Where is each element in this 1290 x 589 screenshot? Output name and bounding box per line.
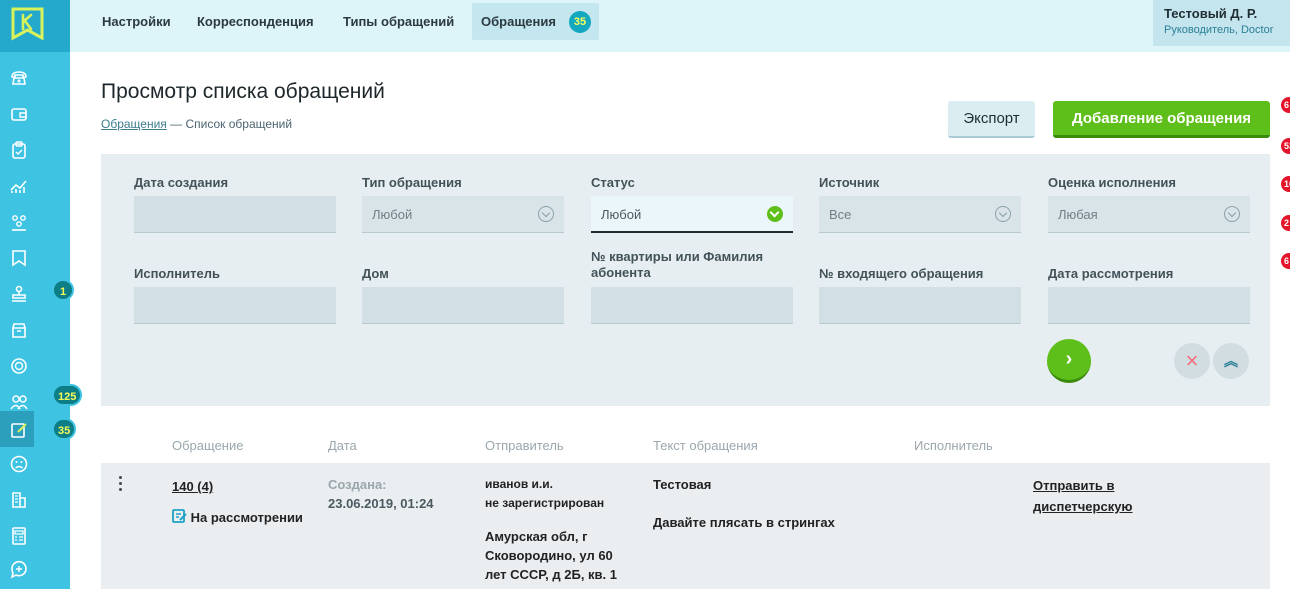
filter-label-incoming-no: № входящего обращения — [819, 266, 984, 281]
type-select[interactable]: Любой — [362, 196, 564, 233]
request-id-link[interactable]: 140 (4) — [172, 477, 213, 496]
chart-icon[interactable] — [8, 175, 30, 197]
created-date-input[interactable] — [134, 196, 336, 233]
logo-icon — [11, 7, 44, 41]
top-navbar: Настройки Корреспонденция Типы обращений… — [70, 0, 1290, 52]
export-button[interactable]: Экспорт — [948, 101, 1035, 138]
check-icon — [767, 206, 783, 222]
request-status: На рассмотрении — [172, 508, 303, 527]
rating-select-value: Любая — [1058, 207, 1098, 222]
col-header-text[interactable]: Текст обращения — [653, 438, 758, 453]
executor-input[interactable] — [134, 287, 336, 324]
coin-icon[interactable] — [8, 355, 30, 377]
counter-badge: 53 — [1281, 138, 1290, 154]
nav-settings[interactable]: Настройки — [102, 0, 171, 40]
filter-label-executor: Исполнитель — [134, 266, 220, 281]
user-role: Руководитель, Doctor — [1164, 24, 1274, 36]
left-sidebar: 1 125 35 — [0, 0, 83, 589]
created-date: 23.06.2019, 01:24 — [328, 496, 434, 511]
sender-note: не зарегистрирован — [485, 496, 605, 510]
incoming-no-input[interactable] — [819, 287, 1021, 324]
filter-label-house: Дом — [362, 266, 389, 281]
counter-badge: 2 — [1281, 215, 1290, 231]
nav-requests[interactable]: Обращения — [481, 0, 556, 40]
table-row: 140 (4) На рассмотрении Создана: 23.06.2… — [101, 463, 1270, 589]
filter-label-source: Источник — [819, 175, 880, 190]
nav-correspondence[interactable]: Корреспонденция — [197, 0, 314, 40]
rating-select[interactable]: Любая — [1048, 196, 1250, 233]
source-select[interactable]: Все — [819, 196, 1021, 233]
edit-status-icon — [172, 509, 187, 523]
col-header-executor[interactable]: Исполнитель — [914, 438, 993, 453]
nav-requests-badge: 35 — [569, 11, 591, 33]
apartment-input[interactable] — [591, 287, 793, 324]
col-header-sender[interactable]: Отправитель — [485, 438, 564, 453]
col-header-date[interactable]: Дата — [328, 438, 357, 453]
more-menu-icon[interactable] — [119, 476, 123, 492]
chevron-down-icon — [538, 206, 554, 222]
collapse-filter-button[interactable]: ︽ — [1213, 343, 1249, 379]
type-select-value: Любой — [372, 207, 413, 222]
counter-badge: 6 — [1281, 97, 1290, 113]
review-date-input[interactable] — [1048, 287, 1250, 324]
building-icon[interactable] — [8, 489, 30, 511]
chat-add-icon[interactable] — [8, 558, 30, 580]
chevron-down-icon — [1224, 206, 1240, 222]
stamp-badge: 1 — [52, 279, 74, 301]
logo[interactable] — [0, 0, 70, 52]
user-name: Тестовый Д. Р. — [1164, 6, 1258, 21]
clear-filter-button[interactable]: × — [1174, 343, 1210, 379]
sad-face-icon[interactable] — [8, 453, 30, 475]
status-select-value: Любой — [601, 207, 642, 222]
breadcrumb-link-requests[interactable]: Обращения — [101, 117, 167, 131]
nav-request-types[interactable]: Типы обращений — [343, 0, 454, 40]
filter-label-review-date: Дата рассмотрения — [1048, 266, 1174, 281]
calculator-icon[interactable] — [8, 525, 30, 547]
filter-label-type: Тип обращения — [362, 175, 462, 190]
add-request-button[interactable]: Добавление обращения — [1053, 101, 1270, 138]
filter-label-created-date: Дата создания — [134, 175, 229, 190]
archive-icon[interactable] — [8, 319, 30, 341]
house-input[interactable] — [362, 287, 564, 324]
people-icon[interactable] — [8, 391, 30, 413]
send-to-dispatcher-link[interactable]: Отправить в диспетчерскую — [1033, 475, 1153, 517]
status-select[interactable]: Любой — [591, 196, 793, 233]
team-icon[interactable] — [8, 211, 30, 233]
sender-name: иванов и.и. — [485, 477, 553, 491]
counter-badge: 6 — [1281, 253, 1290, 269]
filter-label-apartment: № квартиры или Фамилия абонента — [591, 249, 764, 280]
people-badge: 125 — [52, 384, 83, 406]
col-header-request[interactable]: Обращение — [172, 438, 243, 453]
page-title: Просмотр списка обращений — [101, 80, 385, 103]
wallet-icon[interactable] — [8, 103, 30, 125]
flag-icon[interactable] — [8, 247, 30, 269]
filter-label-rating: Оценка исполнения — [1048, 175, 1176, 190]
chevron-down-icon — [995, 206, 1011, 222]
request-status-label: На рассмотрении — [190, 510, 303, 525]
source-select-value: Все — [829, 207, 852, 222]
filter-label-status: Статус — [591, 175, 635, 190]
clipboard-icon[interactable] — [8, 139, 30, 161]
request-text: Давайте плясать в стрингах — [653, 515, 835, 530]
phone-icon[interactable] — [8, 67, 30, 89]
edit-icon[interactable] — [8, 419, 30, 441]
edit-badge: 35 — [52, 418, 77, 440]
created-label: Создана: — [328, 477, 387, 492]
user-menu[interactable]: Тестовый Д. Р. Руководитель, Doctor — [1153, 0, 1290, 46]
breadcrumb: Обращения — Список обращений — [101, 117, 292, 131]
sender-address: Амурская обл, г Сковородино, ул 60 лет С… — [485, 529, 617, 582]
stamp-icon[interactable] — [8, 283, 30, 305]
apply-filter-button[interactable]: › — [1047, 339, 1091, 383]
request-subject: Тестовая — [653, 477, 712, 492]
counter-badge: 16 — [1281, 176, 1290, 192]
breadcrumb-current: — Список обращений — [166, 117, 293, 131]
filter-panel: Дата создания Тип обращения Любой Статус… — [101, 154, 1270, 406]
